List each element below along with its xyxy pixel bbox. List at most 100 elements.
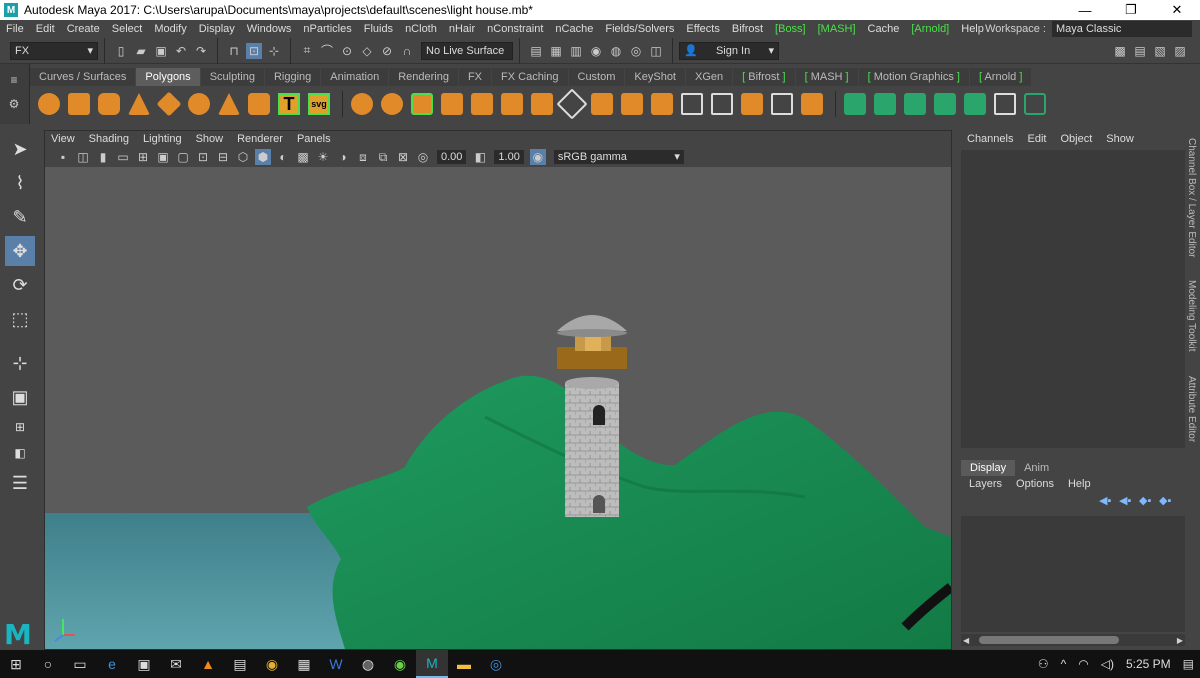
triangulate-icon[interactable] (799, 91, 825, 117)
modeling-toolkit-icon[interactable]: ▩ (1112, 43, 1128, 59)
close-button[interactable]: ✕ (1154, 0, 1200, 20)
redo-icon[interactable]: ↷ (193, 43, 209, 59)
render-settings-icon[interactable]: ◉ (588, 43, 604, 59)
menu-effects[interactable]: Effects (686, 23, 719, 35)
workspace-dropdown[interactable]: Maya Classic (1052, 21, 1192, 37)
snap-plane-icon[interactable]: ◇ (359, 43, 375, 59)
sign-in-dropdown[interactable]: 👤 Sign In ▾ (679, 41, 779, 60)
snap-curve-icon[interactable]: ⌒ (319, 43, 335, 59)
tab-modeling-toolkit[interactable]: Modeling Toolkit (1186, 280, 1197, 352)
use-lights-icon[interactable]: ☀ (315, 149, 331, 165)
menu-fields-solvers[interactable]: Fields/Solvers (605, 23, 674, 35)
poly-prism-icon[interactable] (216, 91, 242, 117)
four-view-icon[interactable]: ⊞ (5, 416, 35, 438)
menu-fluids[interactable]: Fluids (364, 23, 393, 35)
poly-plane-icon[interactable] (156, 91, 182, 117)
toggle-panel-icon[interactable]: ◫ (648, 43, 664, 59)
layer-scrollbar[interactable]: ◀ ▶ (961, 634, 1185, 646)
grid-icon[interactable]: ⊞ (135, 149, 151, 165)
shelf-tab[interactable]: Animation (321, 68, 389, 86)
new-scene-icon[interactable]: ▯ (113, 43, 129, 59)
last-tool-icon[interactable]: ⊹ (5, 348, 35, 378)
gamma-icon[interactable]: ◧ (472, 149, 488, 165)
select-component-icon[interactable]: ⊹ (266, 43, 282, 59)
task-view-icon[interactable]: ▭ (64, 650, 96, 678)
menu-nparticles[interactable]: nParticles (303, 23, 351, 35)
shelf-tab[interactable]: FX (458, 68, 492, 86)
poly-cylinder-icon[interactable] (96, 91, 122, 117)
reduce-icon[interactable] (769, 91, 795, 117)
move-layer-up-icon[interactable]: ◀▪ (1099, 494, 1119, 507)
app-icon[interactable]: ▦ (288, 650, 320, 678)
maya-taskbar-icon[interactable]: M (416, 650, 448, 678)
menu-boss[interactable]: [Boss] (775, 23, 806, 35)
shelf-tab[interactable]: Custom (568, 68, 625, 86)
menu-nhair[interactable]: nHair (449, 23, 475, 35)
layer-list[interactable] (961, 516, 1185, 632)
uv-cylindrical-icon[interactable] (872, 91, 898, 117)
vlc-icon[interactable]: ▲ (192, 650, 224, 678)
lasso-tool-icon[interactable]: ⌇ (5, 168, 35, 198)
xray-joints-icon[interactable]: ⧉ (375, 149, 391, 165)
camera-attr-icon[interactable]: ◫ (75, 149, 91, 165)
shelf-tab[interactable]: Curves / Surfaces (30, 68, 136, 86)
poly-cone-icon[interactable] (126, 91, 152, 117)
menu-help[interactable]: Help (961, 23, 984, 35)
poly-cube-icon[interactable] (66, 91, 92, 117)
menu-ncache[interactable]: nCache (555, 23, 593, 35)
word-icon[interactable]: W (320, 650, 352, 678)
shelf-tab[interactable]: [ MASH ] (795, 68, 858, 86)
safe-action-icon[interactable]: ⊟ (215, 149, 231, 165)
shelf-tab[interactable]: [ Motion Graphics ] (858, 68, 969, 86)
smooth-icon[interactable] (409, 91, 435, 117)
menu-bifrost[interactable]: Bifrost (732, 23, 763, 35)
type-tool-icon[interactable]: T (276, 91, 302, 117)
quad-draw-icon[interactable] (739, 91, 765, 117)
cb-menu-edit[interactable]: Edit (1027, 133, 1046, 145)
wireframe-icon[interactable]: ⬡ (235, 149, 251, 165)
tab-attribute-editor[interactable]: Attribute Editor (1186, 376, 1197, 442)
wireframe-on-shaded-icon[interactable]: ◐ (275, 149, 291, 165)
live-surface-field[interactable]: No Live Surface (421, 41, 513, 60)
target-weld-icon[interactable] (589, 91, 615, 117)
restore-button[interactable]: ❐ (1108, 0, 1154, 20)
store-icon[interactable]: ▣ (128, 650, 160, 678)
select-tool-icon[interactable]: ➤ (5, 134, 35, 164)
tab-display[interactable]: Display (961, 460, 1016, 476)
select-object-icon[interactable]: ⊡ (246, 42, 262, 59)
fill-hole-icon[interactable] (619, 91, 645, 117)
shelf-settings-icon[interactable]: ⚙ (6, 96, 22, 112)
bridge-icon[interactable] (499, 91, 525, 117)
le-menu-options[interactable]: Options (1016, 478, 1054, 490)
menu-windows[interactable]: Windows (247, 23, 292, 35)
shelf-tab[interactable]: Rendering (389, 68, 458, 86)
mail-icon[interactable]: ✉ (160, 650, 192, 678)
single-perspective-icon[interactable]: ▣ (5, 382, 35, 412)
cb-menu-channels[interactable]: Channels (967, 133, 1013, 145)
persp-outliner-icon[interactable]: ◧ (5, 442, 35, 464)
cb-menu-show[interactable]: Show (1106, 133, 1134, 145)
uv-spherical-icon[interactable] (902, 91, 928, 117)
resolution-gate-icon[interactable]: ▢ (175, 149, 191, 165)
cb-menu-object[interactable]: Object (1060, 133, 1092, 145)
offset-edge-loop-icon[interactable] (709, 91, 735, 117)
combine-icon[interactable] (349, 91, 375, 117)
isolate-select-icon[interactable]: ⊠ (395, 149, 411, 165)
channel-box-area[interactable] (961, 150, 1185, 448)
menu-create[interactable]: Create (67, 23, 100, 35)
menu-arnold[interactable]: [Arnold] (911, 23, 949, 35)
snap-grid-icon[interactable]: ⌗ (299, 43, 315, 59)
menu-nconstraint[interactable]: nConstraint (487, 23, 543, 35)
smooth-shade-icon[interactable]: ⬢ (255, 149, 271, 165)
bookmark-icon[interactable]: ▮ (95, 149, 111, 165)
outliner-icon[interactable]: ☰ (5, 468, 35, 498)
extrude-icon[interactable] (469, 91, 495, 117)
chrome-icon[interactable]: ◉ (256, 650, 288, 678)
poly-sphere-icon[interactable] (36, 91, 62, 117)
new-layer-selected-icon[interactable]: ◆▪ (1159, 494, 1179, 507)
color-management-icon[interactable]: ◉ (529, 149, 546, 165)
clock[interactable]: 5:25 PM (1126, 657, 1171, 671)
chevron-up-icon[interactable]: ^ (1061, 657, 1067, 671)
menu-modify[interactable]: Modify (154, 23, 186, 35)
scale-tool-icon[interactable]: ⬚ (5, 304, 35, 334)
